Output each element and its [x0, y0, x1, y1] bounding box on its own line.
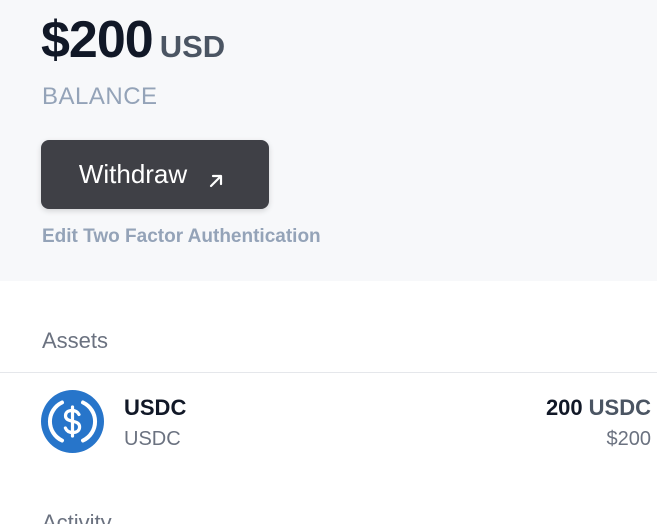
asset-quantity-unit: USDC [588, 395, 651, 420]
assets-heading: Assets [42, 328, 109, 353]
usdc-coin-icon [41, 390, 104, 453]
balance-label: BALANCE [42, 83, 158, 110]
asset-row-usdc[interactable]: USDC USDC 200 USDC $200 [0, 373, 657, 473]
balance-amount: $200 [41, 11, 154, 69]
asset-quantity: 200 [545, 395, 583, 420]
balance-amount-row: $200 USD [41, 14, 225, 66]
asset-name: USDC [124, 395, 187, 420]
balance-currency: USD [159, 29, 226, 64]
asset-usd-value: $200 [606, 428, 652, 450]
arrow-up-right-icon [207, 166, 225, 187]
wallet-page: $200 USD BALANCE Withdraw Edit Two Facto… [0, 0, 657, 524]
withdraw-button[interactable]: Withdraw [41, 140, 269, 209]
asset-quantity-line: 200 USDC [546, 395, 651, 421]
edit-two-factor-link[interactable]: Edit Two Factor Authentication [42, 226, 321, 248]
balance-panel: $200 USD BALANCE Withdraw Edit Two Facto… [0, 0, 657, 281]
asset-symbol: USDC [124, 428, 181, 450]
withdraw-button-label: Withdraw [78, 159, 188, 189]
activity-heading: Activity [42, 510, 112, 524]
